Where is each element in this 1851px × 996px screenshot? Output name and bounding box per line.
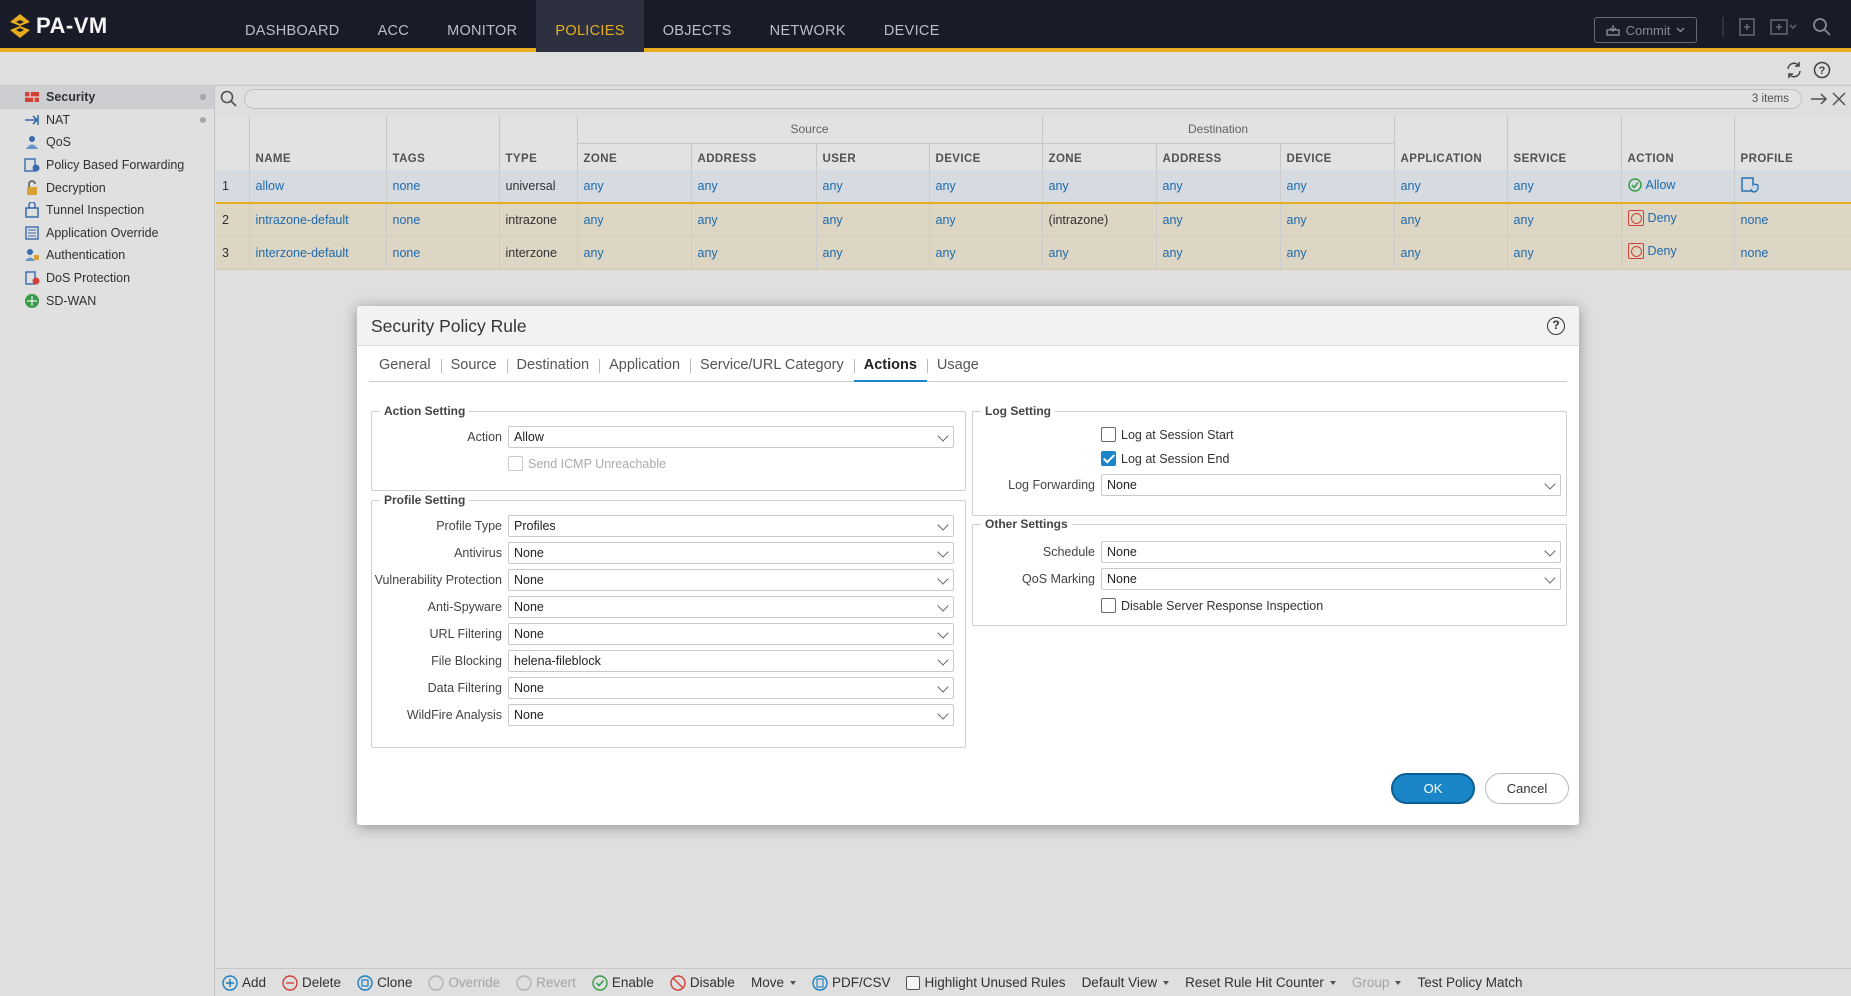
chevron-down-icon	[937, 708, 949, 720]
profile-type-select[interactable]: Profiles	[508, 515, 954, 537]
action-select[interactable]: Allow	[508, 426, 954, 448]
profile-type-row: Profile Type Profiles	[436, 515, 954, 537]
checkbox-checked-icon	[1101, 451, 1116, 466]
tab-destination[interactable]: Destination	[506, 356, 600, 382]
antivirus-row: Antivirus None	[454, 542, 954, 564]
checkbox-icon	[508, 456, 523, 471]
log-forwarding-row: Log Forwarding None	[1008, 474, 1561, 496]
data-filtering-select[interactable]: None	[508, 677, 954, 699]
file-blocking-select[interactable]: helena-fileblock	[508, 650, 954, 672]
chevron-down-icon	[937, 654, 949, 666]
data-filtering-row: Data Filtering None	[428, 677, 954, 699]
antivirus-select[interactable]: None	[508, 542, 954, 564]
log-at-session-end-checkbox[interactable]: Log at Session End	[1101, 451, 1229, 466]
vulnerability-protection-label: Vulnerability Protection	[374, 573, 502, 587]
wildfire-analysis-value: None	[514, 708, 544, 722]
tab-usage[interactable]: Usage	[926, 356, 989, 382]
profile-setting-group: Profile Setting Profile Type Profiles An…	[371, 493, 966, 748]
file-blocking-row: File Blocking helena-fileblock	[431, 650, 954, 672]
url-filtering-select[interactable]: None	[508, 623, 954, 645]
dsri-label: Disable Server Response Inspection	[1121, 598, 1324, 613]
schedule-value: None	[1107, 545, 1137, 559]
help-icon[interactable]: ?	[1547, 317, 1565, 335]
tab-general[interactable]: General	[369, 356, 441, 382]
url-filtering-row: URL Filtering None	[430, 623, 954, 645]
url-filtering-value: None	[514, 627, 544, 641]
action-label: Action	[467, 430, 502, 444]
chevron-down-icon	[937, 430, 949, 442]
cancel-button[interactable]: Cancel	[1485, 773, 1569, 804]
vulnerability-protection-value: None	[514, 573, 544, 587]
vulnerability-protection-select[interactable]: None	[508, 569, 954, 591]
qos-marking-select[interactable]: None	[1101, 568, 1561, 590]
log-end-label: Log at Session End	[1121, 451, 1230, 466]
action-value: Allow	[514, 430, 544, 444]
tab-actions[interactable]: Actions	[853, 356, 927, 382]
tab-source[interactable]: Source	[440, 356, 507, 382]
data-filtering-label: Data Filtering	[427, 681, 502, 695]
antivirus-value: None	[514, 546, 544, 560]
qos-marking-value: None	[1107, 572, 1137, 586]
log-at-session-start-checkbox[interactable]: Log at Session Start	[1101, 427, 1234, 442]
chevron-down-icon	[937, 519, 949, 531]
chevron-down-icon	[937, 627, 949, 639]
anti-spyware-select[interactable]: None	[508, 596, 954, 618]
chevron-down-icon	[937, 600, 949, 612]
profile-setting-legend: Profile Setting	[380, 493, 470, 507]
tab-application[interactable]: Application	[599, 356, 690, 382]
checkbox-icon	[1101, 427, 1116, 442]
file-blocking-label: File Blocking	[431, 654, 502, 668]
security-policy-rule-dialog: Security Policy Rule ? General Source De…	[357, 306, 1579, 825]
log-setting-group: Log Setting Log at Session Start Log at …	[972, 404, 1567, 516]
file-blocking-value: helena-fileblock	[514, 654, 601, 668]
ok-button[interactable]: OK	[1391, 773, 1475, 804]
anti-spyware-row: Anti-Spyware None	[428, 596, 954, 618]
chevron-down-icon	[937, 681, 949, 693]
profile-type-value: Profiles	[514, 519, 556, 533]
log-setting-legend: Log Setting	[981, 404, 1055, 418]
checkbox-icon	[1101, 598, 1116, 613]
action-setting-legend: Action Setting	[380, 404, 470, 418]
dialog-header: Security Policy Rule ?	[357, 306, 1579, 346]
qos-marking-label: QoS Marking	[1022, 572, 1095, 586]
profile-type-label: Profile Type	[436, 519, 502, 533]
dialog-title: Security Policy Rule	[371, 316, 527, 336]
chevron-down-icon	[1544, 545, 1556, 557]
send-icmp-unreachable-checkbox[interactable]: Send ICMP Unreachable	[508, 456, 666, 471]
send-icmp-label: Send ICMP Unreachable	[528, 456, 667, 471]
schedule-row: Schedule None	[1043, 541, 1561, 563]
vulnerability-protection-row: Vulnerability Protection None	[375, 569, 954, 591]
chevron-down-icon	[937, 573, 949, 585]
wildfire-analysis-label: WildFire Analysis	[406, 708, 502, 722]
wildfire-analysis-row: WildFire Analysis None	[407, 704, 954, 726]
antivirus-label: Antivirus	[454, 546, 502, 560]
chevron-down-icon	[1544, 478, 1556, 490]
other-settings-legend: Other Settings	[981, 517, 1072, 531]
chevron-down-icon	[1544, 572, 1556, 584]
schedule-select[interactable]: None	[1101, 541, 1561, 563]
url-filtering-label: URL Filtering	[429, 627, 502, 641]
tab-service-url-category[interactable]: Service/URL Category	[690, 356, 854, 382]
data-filtering-value: None	[514, 681, 544, 695]
log-forwarding-label: Log Forwarding	[1008, 478, 1095, 492]
anti-spyware-value: None	[514, 600, 544, 614]
qos-marking-row: QoS Marking None	[1022, 568, 1561, 590]
chevron-down-icon	[937, 546, 949, 558]
dialog-tabs: General Source Destination Application S…	[369, 356, 1567, 382]
anti-spyware-label: Anti-Spyware	[427, 600, 502, 614]
action-setting-group: Action Setting Action Allow Send ICMP Un…	[371, 404, 966, 491]
action-row: Action Allow	[467, 426, 954, 448]
other-settings-group: Other Settings Schedule None QoS Marking…	[972, 517, 1567, 626]
log-start-label: Log at Session Start	[1121, 427, 1234, 442]
schedule-label: Schedule	[1042, 545, 1095, 559]
log-forwarding-select[interactable]: None	[1101, 474, 1561, 496]
disable-server-response-inspection-checkbox[interactable]: Disable Server Response Inspection	[1101, 598, 1323, 613]
wildfire-analysis-select[interactable]: None	[508, 704, 954, 726]
log-forwarding-value: None	[1107, 478, 1137, 492]
